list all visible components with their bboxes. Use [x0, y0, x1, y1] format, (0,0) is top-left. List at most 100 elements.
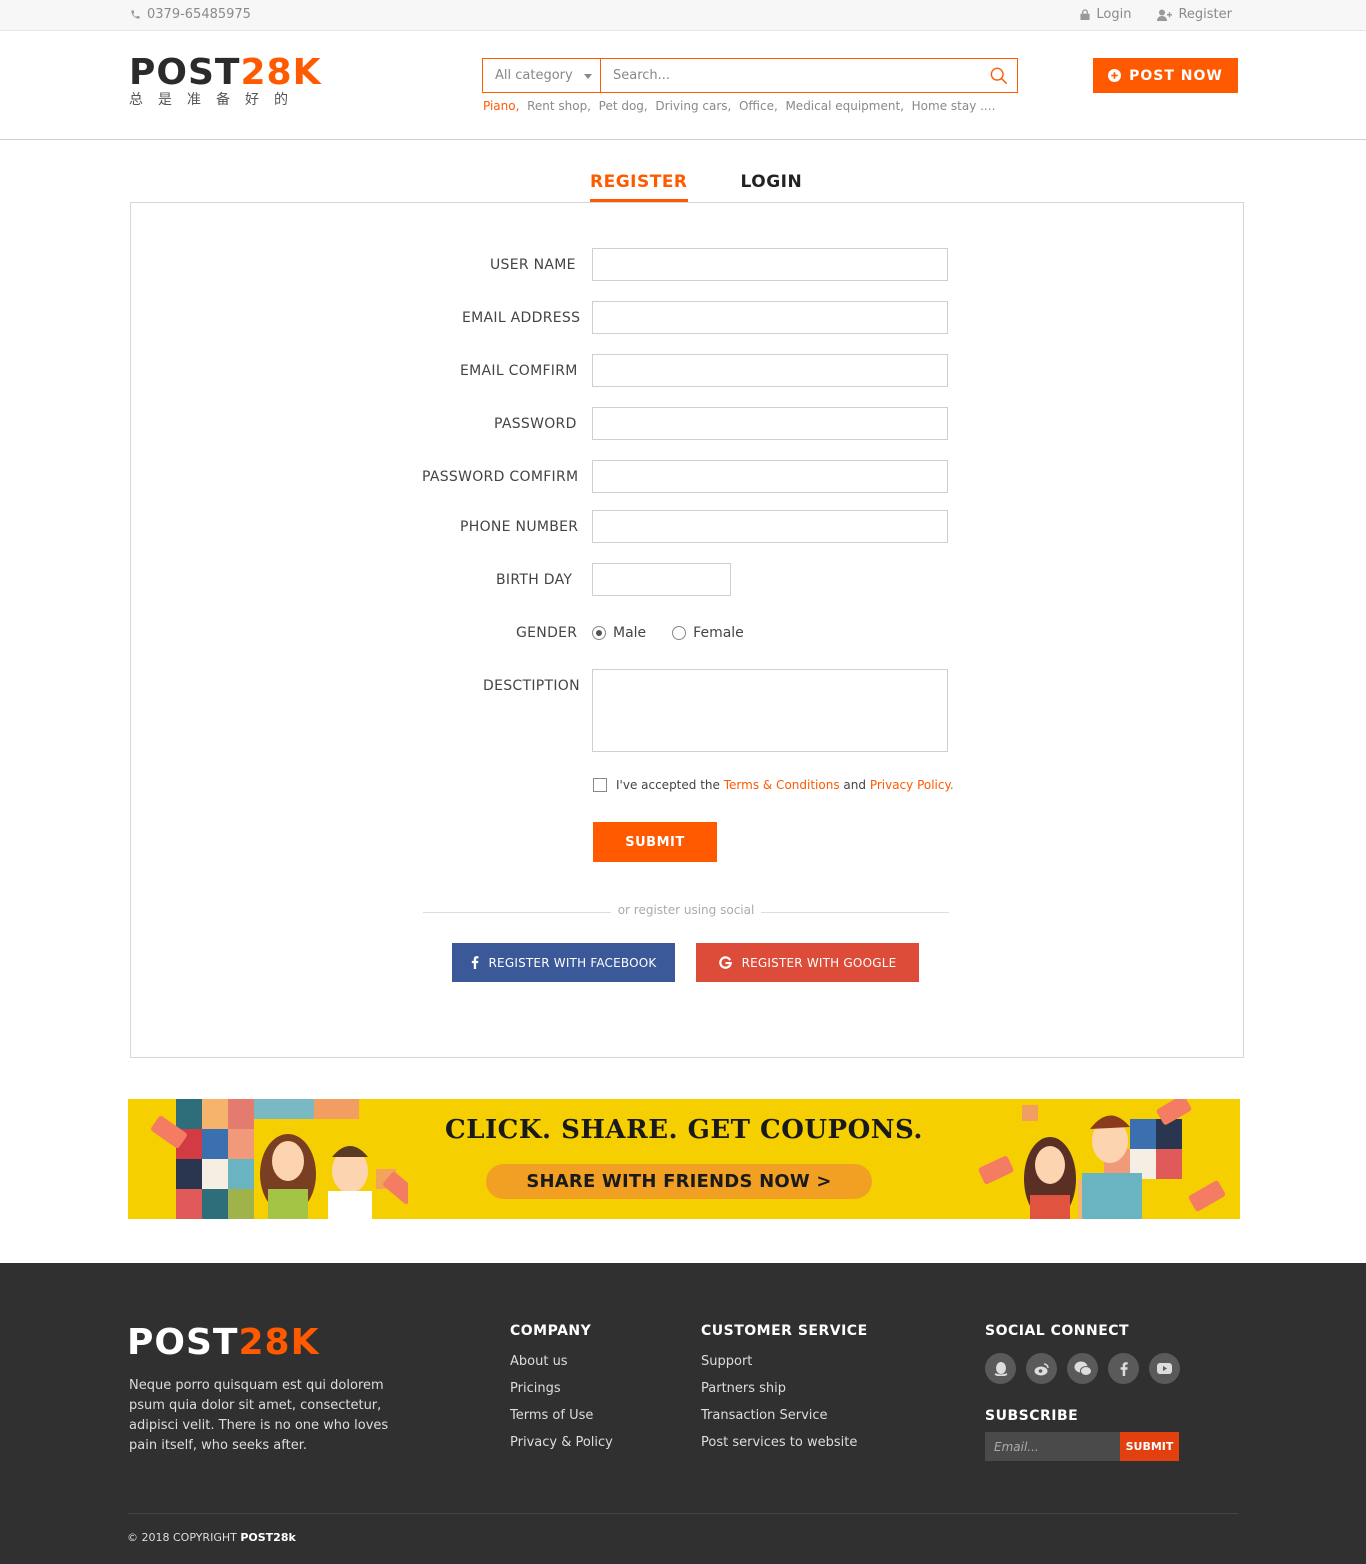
- subscribe-submit-button[interactable]: SUBMIT: [1120, 1432, 1179, 1461]
- facebook-icon: [471, 956, 478, 969]
- register-facebook-button[interactable]: REGISTER WITH FACEBOOK: [452, 943, 675, 982]
- birthday-field[interactable]: [592, 563, 731, 596]
- top-register-link[interactable]: Register: [1157, 7, 1232, 22]
- privacy-link[interactable]: Privacy Policy.: [870, 778, 954, 792]
- radio-female[interactable]: [672, 626, 687, 640]
- gender-female-label: Female: [693, 625, 744, 641]
- tag-link[interactable]: Home stay ....: [912, 99, 996, 113]
- social-divider: or register using social: [423, 903, 949, 919]
- gender-male-option[interactable]: Male: [592, 625, 646, 641]
- top-login-link[interactable]: Login: [1080, 7, 1131, 22]
- logo-text-b: 28K: [240, 52, 322, 93]
- footer-link[interactable]: About us: [510, 1353, 613, 1371]
- gender-label: GENDER: [516, 625, 578, 641]
- footer-logo[interactable]: POST28K: [127, 1322, 319, 1363]
- phone-field[interactable]: [592, 510, 948, 543]
- facebook-icon[interactable]: [1108, 1353, 1139, 1384]
- tag-link[interactable]: Driving cars,: [655, 99, 731, 113]
- gender-female-option[interactable]: Female: [672, 625, 744, 641]
- wechat-icon[interactable]: [1067, 1353, 1098, 1384]
- logo[interactable]: POST28K 总是准备好的: [129, 52, 322, 109]
- logo-text-a: POST: [129, 52, 241, 93]
- footer-link[interactable]: Post services to website: [701, 1434, 868, 1452]
- share-button[interactable]: SHARE WITH FRIENDS NOW >: [486, 1164, 872, 1199]
- footer-service-title: CUSTOMER SERVICE: [701, 1323, 868, 1339]
- terms-and: and: [843, 778, 866, 792]
- footer-company-title: COMPANY: [510, 1323, 592, 1339]
- description-textarea[interactable]: [592, 669, 948, 752]
- tag-link[interactable]: Piano,: [483, 99, 519, 113]
- gender-male-label: Male: [613, 625, 647, 641]
- copyright-brand: POST28k: [240, 1531, 296, 1544]
- plus-circle-icon: [1108, 69, 1122, 82]
- tab-login[interactable]: LOGIN: [741, 172, 803, 202]
- tab-register[interactable]: REGISTER: [590, 172, 688, 202]
- qq-icon[interactable]: [985, 1353, 1016, 1384]
- coupon-banner[interactable]: CLICK. SHARE. GET COUPONS. SHARE WITH FR…: [128, 1099, 1240, 1219]
- footer-link[interactable]: Terms of Use: [510, 1407, 613, 1425]
- footer-link[interactable]: Privacy & Policy: [510, 1434, 613, 1452]
- category-select-value: All category: [495, 68, 573, 83]
- phone-icon: [131, 10, 140, 19]
- submit-button[interactable]: SUBMIT: [593, 822, 717, 862]
- lock-icon: [1080, 9, 1090, 20]
- gender-options: Male Female: [592, 625, 744, 641]
- password-label: PASSWORD: [494, 416, 577, 432]
- terms-link[interactable]: Terms & Conditions: [724, 778, 840, 792]
- tag-link[interactable]: Medical equipment,: [785, 99, 904, 113]
- email-label: EMAIL ADDRESS: [462, 310, 581, 326]
- popular-tags: Piano, Rent shop, Pet dog, Driving cars,…: [483, 99, 995, 113]
- top-register-label: Register: [1178, 7, 1232, 22]
- phone-info: 0379-65485975: [130, 7, 251, 22]
- password-confirm-label: PASSWORD COMFIRM: [422, 469, 579, 485]
- search-button[interactable]: [981, 59, 1017, 92]
- post-now-button[interactable]: POST NOW: [1093, 58, 1238, 93]
- description-label: DESCTIPTION: [483, 678, 580, 694]
- footer-link[interactable]: Support: [701, 1353, 868, 1371]
- auth-tabs: REGISTER LOGIN: [590, 172, 802, 202]
- tag-link[interactable]: Rent shop,: [527, 99, 591, 113]
- site-footer: POST28K Neque porro quisquam est qui dol…: [0, 1263, 1366, 1564]
- search-input[interactable]: [601, 59, 981, 92]
- logo-tagline: 总是准备好的: [129, 92, 303, 108]
- youtube-icon[interactable]: [1149, 1353, 1180, 1384]
- top-login-label: Login: [1096, 7, 1132, 22]
- social-divider-text: or register using social: [610, 903, 762, 917]
- birthday-label: BIRTH DAY: [496, 572, 573, 588]
- weibo-icon[interactable]: [1026, 1353, 1057, 1384]
- tag-link[interactable]: Office,: [739, 99, 778, 113]
- phone-label: PHONE NUMBER: [460, 519, 579, 535]
- subscribe-email-input[interactable]: [985, 1432, 1120, 1461]
- subscribe-form: SUBMIT: [985, 1432, 1180, 1461]
- email-confirm-label: EMAIL COMFIRM: [460, 363, 578, 379]
- footer-divider: [128, 1513, 1238, 1514]
- register-google-button[interactable]: REGISTER WITH GOOGLE: [696, 943, 919, 982]
- email-confirm-field[interactable]: [592, 354, 948, 387]
- footer-link[interactable]: Pricings: [510, 1380, 613, 1398]
- footer-social-title: SOCIAL CONNECT: [985, 1323, 1130, 1339]
- footer-link[interactable]: Partners ship: [701, 1380, 868, 1398]
- email-field[interactable]: [592, 301, 948, 334]
- add-user-icon: [1157, 9, 1173, 21]
- password-confirm-field[interactable]: [592, 460, 948, 493]
- footer-description: Neque porro quisquam est qui dolorem psu…: [129, 1378, 389, 1453]
- copyright: © 2018 COPYRIGHT POST28k: [127, 1531, 296, 1544]
- tag-link[interactable]: Pet dog,: [599, 99, 648, 113]
- terms-checkbox[interactable]: [593, 778, 607, 792]
- terms-text: I've accepted the: [616, 778, 720, 792]
- radio-male[interactable]: [592, 626, 606, 640]
- search-bar: All category: [482, 58, 1018, 93]
- register-form: USER NAME EMAIL ADDRESS EMAIL COMFIRM PA…: [130, 202, 1244, 1058]
- post-now-label: POST NOW: [1129, 67, 1223, 84]
- footer-logo-text-a: POST: [127, 1322, 239, 1363]
- copyright-text: © 2018 COPYRIGHT: [127, 1531, 237, 1544]
- password-field[interactable]: [592, 407, 948, 440]
- footer-social: SOCIAL CONNECT SUBSCRIBE SUBMIT: [985, 1323, 1180, 1461]
- footer-logo-text-b: 28K: [238, 1322, 320, 1363]
- top-bar: 0379-65485975 Login Register: [0, 0, 1366, 31]
- category-select[interactable]: All category: [483, 59, 601, 92]
- username-field[interactable]: [592, 248, 948, 281]
- footer-subscribe-title: SUBSCRIBE: [985, 1408, 1079, 1424]
- username-label: USER NAME: [490, 257, 576, 273]
- footer-link[interactable]: Transaction Service: [701, 1407, 868, 1425]
